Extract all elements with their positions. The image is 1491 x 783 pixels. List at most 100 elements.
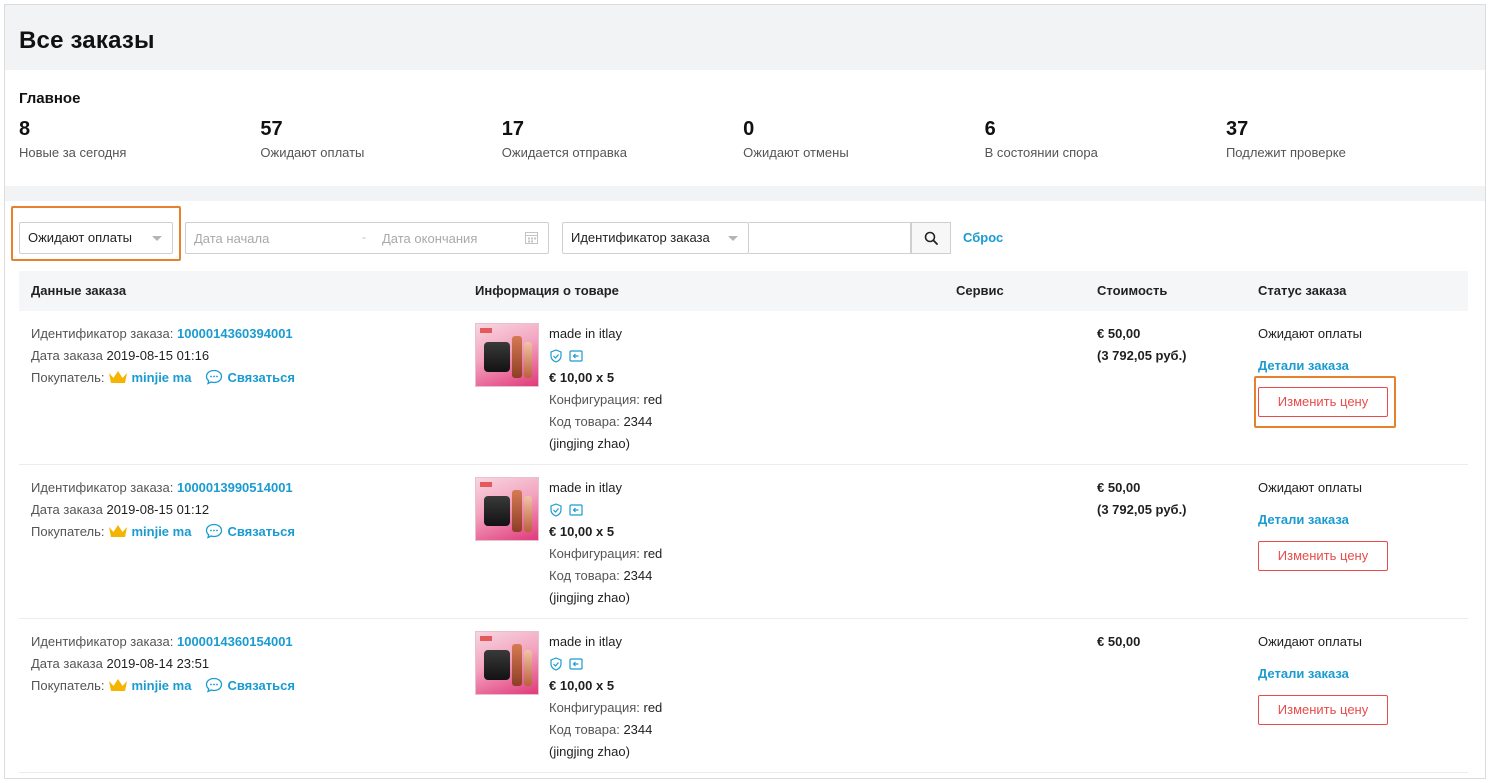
sku-label: Код товара: — [549, 568, 620, 583]
contact-link[interactable]: Связаться — [227, 524, 295, 539]
table-row: Идентификатор заказа: 1000013990514001 Д… — [19, 465, 1468, 619]
sku-value: 2344 — [623, 722, 653, 737]
status-cell: Ожидают оплаты Детали заказа Изменить це… — [1258, 477, 1388, 571]
crown-icon — [109, 371, 128, 383]
config-value: red — [643, 392, 663, 407]
buyer-label: Покупатель: — [31, 678, 105, 693]
chat-icon[interactable] — [205, 523, 223, 539]
stat-in-dispute[interactable]: 6 В состоянии спора — [985, 117, 1226, 160]
chat-icon[interactable] — [205, 677, 223, 693]
order-id-label: Идентификатор заказа: — [31, 480, 174, 495]
cost-cell: € 50,00 (3 792,05 руб.) — [1097, 323, 1187, 367]
summary-panel: Главное 8 Новые за сегодня 57 Ожидают оп… — [5, 70, 1485, 186]
seller-name: (jingjing zhao) — [549, 744, 630, 759]
stat-label: Ожидают отмены — [743, 145, 849, 160]
chat-icon[interactable] — [205, 369, 223, 385]
date-end-input[interactable] — [374, 223, 514, 253]
date-range-picker[interactable]: - — [185, 222, 549, 254]
order-search-input[interactable] — [749, 222, 911, 254]
config-label: Конфигурация: — [549, 700, 640, 715]
cost-eur: € 50,00 — [1097, 634, 1141, 649]
calendar-icon — [525, 232, 538, 244]
search-icon — [924, 231, 938, 245]
product-cell: made in itlay € 10,00 x 5 Конфигурация: … — [475, 631, 775, 771]
reset-link[interactable]: Сброс — [963, 230, 1003, 245]
stat-to-review[interactable]: 37 Подлежит проверке — [1226, 117, 1467, 160]
stat-value: 0 — [743, 118, 755, 140]
return-icon — [569, 658, 583, 670]
config-value: red — [643, 700, 663, 715]
order-id-label: Идентификатор заказа: — [31, 634, 174, 649]
product-thumbnail[interactable] — [475, 323, 539, 387]
buyer-name-link[interactable]: minjie ma — [131, 678, 191, 693]
order-details-link[interactable]: Детали заказа — [1258, 358, 1349, 373]
search-button[interactable] — [911, 222, 951, 254]
order-date: 2019-08-15 01:12 — [106, 502, 210, 517]
change-price-button[interactable]: Изменить цену — [1258, 387, 1388, 417]
change-price-button[interactable]: Изменить цену — [1258, 541, 1388, 571]
contact-link[interactable]: Связаться — [227, 370, 295, 385]
product-name[interactable]: made in itlay — [549, 631, 662, 653]
unit-price: € 10,00 x 5 — [549, 524, 615, 539]
product-thumbnail[interactable] — [475, 631, 539, 695]
cost-cell: € 50,00 (3 792,05 руб.) — [1097, 477, 1187, 521]
unit-price: € 10,00 x 5 — [549, 370, 615, 385]
order-date-label: Дата заказа — [31, 656, 103, 671]
search-type-select[interactable]: Идентификатор заказа — [562, 222, 749, 254]
stat-label: В состоянии спора — [984, 145, 1098, 160]
buyer-name-link[interactable]: minjie ma — [131, 370, 191, 385]
stat-awaiting-payment[interactable]: 57 Ожидают оплаты — [260, 117, 501, 160]
seller-name: (jingjing zhao) — [549, 590, 630, 605]
stat-awaiting-shipment[interactable]: 17 Ожидается отправка — [502, 117, 743, 160]
change-price-button[interactable]: Изменить цену — [1258, 695, 1388, 725]
stat-new-today[interactable]: 8 Новые за сегодня — [19, 117, 260, 160]
header-order-status: Статус заказа — [1258, 283, 1347, 298]
config-label: Конфигурация: — [549, 392, 640, 407]
sku-label: Код товара: — [549, 414, 620, 429]
order-id-link[interactable]: 1000013990514001 — [177, 480, 293, 495]
header-service: Сервис — [956, 283, 1004, 298]
buyer-name-link[interactable]: minjie ma — [131, 524, 191, 539]
order-date-label: Дата заказа — [31, 502, 103, 517]
stat-value: 8 — [19, 118, 31, 140]
order-id-link[interactable]: 1000014360154001 — [177, 634, 293, 649]
seller-name: (jingjing zhao) — [549, 436, 630, 451]
orders-table: Данные заказа Информация о товаре Сервис… — [19, 271, 1468, 773]
status-cell: Ожидают оплаты Детали заказа Изменить це… — [1258, 631, 1388, 725]
order-id-link[interactable]: 1000014360394001 — [177, 326, 293, 341]
table-header: Данные заказа Информация о товаре Сервис… — [19, 271, 1468, 311]
stat-value: 57 — [260, 118, 283, 140]
cost-eur: € 50,00 — [1097, 326, 1141, 341]
date-separator: - — [362, 230, 366, 244]
product-cell: made in itlay € 10,00 x 5 Конфигурация: … — [475, 477, 775, 617]
header-order-data: Данные заказа — [31, 283, 127, 298]
status-select[interactable]: Ожидают оплаты — [19, 222, 173, 254]
product-name[interactable]: made in itlay — [549, 477, 662, 499]
order-details-link[interactable]: Детали заказа — [1258, 666, 1349, 681]
order-status: Ожидают оплаты — [1258, 326, 1363, 341]
table-row: Идентификатор заказа: 1000014360154001 Д… — [19, 619, 1468, 773]
shield-check-icon — [550, 503, 562, 517]
filter-bar: Ожидают оплаты - Идентификатор з — [5, 201, 1485, 265]
stat-awaiting-cancel[interactable]: 0 Ожидают отмены — [743, 117, 984, 160]
sku-label: Код товара: — [549, 722, 620, 737]
stat-value: 17 — [501, 118, 525, 140]
date-start-input[interactable] — [186, 223, 356, 253]
order-details-link[interactable]: Детали заказа — [1258, 512, 1349, 527]
stats-row: 8 Новые за сегодня 57 Ожидают оплаты 17 … — [19, 117, 1471, 160]
order-status: Ожидают оплаты — [1258, 634, 1363, 649]
stat-label: Новые за сегодня — [19, 145, 127, 160]
summary-title: Главное — [19, 90, 81, 107]
order-data-cell: Идентификатор заказа: 1000013990514001 Д… — [31, 477, 295, 543]
unit-price: € 10,00 x 5 — [549, 678, 615, 693]
buyer-label: Покупатель: — [31, 370, 105, 385]
page-title: Все заказы — [19, 27, 155, 54]
order-id-label: Идентификатор заказа: — [31, 326, 174, 341]
cost-eur: € 50,00 — [1097, 480, 1141, 495]
crown-icon — [109, 525, 128, 537]
stat-value: 37 — [1225, 118, 1249, 140]
product-thumbnail[interactable] — [475, 477, 539, 541]
contact-link[interactable]: Связаться — [227, 678, 295, 693]
orders-panel: Ожидают оплаты - Идентификатор з — [5, 201, 1485, 778]
product-name[interactable]: made in itlay — [549, 323, 662, 345]
